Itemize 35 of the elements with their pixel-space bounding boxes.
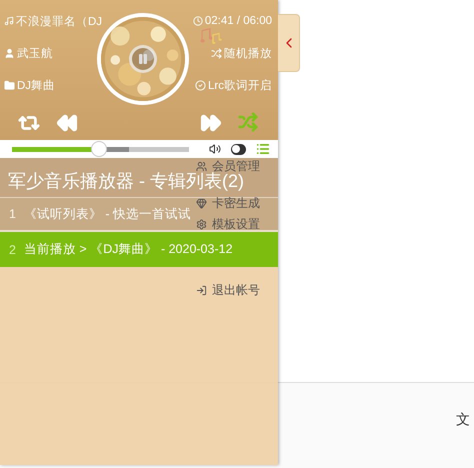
menu-item[interactable]: 退出帐号 bbox=[196, 283, 260, 298]
fast-forward-button[interactable] bbox=[200, 112, 222, 134]
user-icon bbox=[4, 48, 15, 58]
music-note-icon bbox=[4, 16, 14, 26]
clock-icon bbox=[192, 16, 203, 26]
collapse-tab[interactable] bbox=[278, 14, 300, 72]
rewind-button[interactable] bbox=[56, 112, 78, 134]
toggle-switch[interactable] bbox=[230, 144, 246, 154]
volume-icon[interactable] bbox=[208, 143, 221, 155]
album-name: DJ舞曲 bbox=[4, 76, 56, 94]
menu-item[interactable]: 模板设置 bbox=[196, 217, 260, 232]
lyrics-status[interactable]: Lrc歌词开启 bbox=[195, 76, 272, 94]
pause-button[interactable] bbox=[129, 45, 157, 73]
gear-icon bbox=[196, 219, 207, 230]
row-title: 《试听列表》 - 快选一首试试 bbox=[24, 206, 192, 222]
playlist-row[interactable]: 2 当前播放 > 《DJ舞曲》 - 2020-03-12 bbox=[0, 232, 278, 267]
menu-item[interactable]: 会员管理 bbox=[196, 159, 260, 174]
users-icon bbox=[196, 161, 207, 172]
footer-text: 文 bbox=[456, 411, 470, 429]
row-index: 2 bbox=[9, 242, 16, 256]
gem-icon bbox=[196, 198, 207, 209]
play-time: 02:41 / 06:00 bbox=[192, 12, 272, 30]
row-title: 当前播放 > 《DJ舞曲》 - 2020-03-12 bbox=[24, 241, 233, 258]
sign-in-icon bbox=[196, 285, 207, 296]
song-title: 不浪漫罪名（DJ bbox=[4, 12, 102, 30]
row-index: 1 bbox=[9, 207, 16, 221]
folder-icon bbox=[4, 80, 15, 90]
play-mode[interactable]: 随机播放 bbox=[211, 44, 272, 62]
menu-item[interactable]: 卡密生成 bbox=[196, 196, 260, 211]
pause-icon bbox=[137, 53, 149, 65]
artist-name: 武玉航 bbox=[4, 44, 53, 62]
check-icon bbox=[195, 80, 206, 90]
list-icon[interactable] bbox=[256, 142, 270, 156]
shuffle-icon bbox=[211, 48, 222, 58]
progress-thumb[interactable] bbox=[90, 141, 107, 157]
